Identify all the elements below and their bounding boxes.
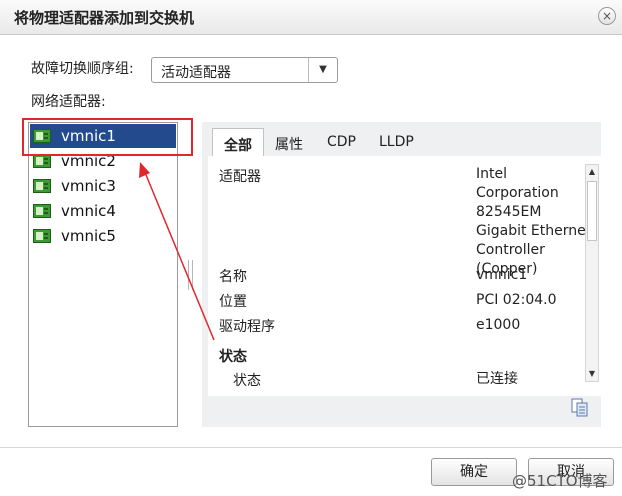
network-adapters-label: 网络适配器: bbox=[31, 94, 106, 110]
scroll-up-icon[interactable]: ▲ bbox=[586, 165, 598, 179]
scroll-thumb[interactable] bbox=[587, 181, 597, 241]
network-card-icon bbox=[33, 154, 51, 168]
selection-highlight-box bbox=[22, 118, 193, 156]
add-physical-adapter-dialog: 将物理适配器添加到交换机 × 故障切换顺序组: 活动适配器 ▼ 网络适配器: v… bbox=[0, 0, 622, 496]
dialog-title: 将物理适配器添加到交换机 bbox=[14, 9, 195, 27]
pane-splitter[interactable] bbox=[186, 122, 194, 427]
list-item-vmnic4[interactable]: vmnic4 bbox=[30, 199, 176, 223]
adapter-label: 适配器 bbox=[219, 169, 261, 185]
network-card-icon bbox=[33, 179, 51, 193]
list-item-vmnic5[interactable]: vmnic5 bbox=[30, 224, 176, 248]
driver-label: 驱动程序 bbox=[219, 319, 275, 335]
adapter-value-line: Controller bbox=[476, 242, 545, 258]
title-bar: 将物理适配器添加到交换机 × bbox=[0, 0, 622, 35]
status-label: 状态 bbox=[233, 373, 261, 389]
status-value: 已连接 bbox=[476, 371, 518, 387]
network-card-icon bbox=[33, 229, 51, 243]
chevron-down-icon[interactable]: ▼ bbox=[308, 58, 337, 82]
adapter-list[interactable]: vmnic1 vmnic2 vmnic3 vmnic4 vmnic5 bbox=[28, 122, 178, 427]
failover-order-label: 故障切换顺序组: bbox=[31, 61, 134, 77]
driver-value: e1000 bbox=[476, 317, 521, 333]
splitter-grip-icon[interactable] bbox=[188, 260, 193, 290]
watermark: @51CTO博客 bbox=[512, 472, 608, 490]
close-icon: × bbox=[601, 9, 613, 23]
details-scrollbar[interactable]: ▲ ▼ bbox=[585, 164, 599, 382]
name-value: vmnic1 bbox=[476, 267, 528, 283]
adapter-value-line: 82545EM bbox=[476, 204, 542, 220]
scroll-down-icon[interactable]: ▼ bbox=[586, 367, 598, 381]
adapter-details-panel: 全部 属性 CDP LLDP 适配器 Intel Corporation 825… bbox=[202, 122, 601, 427]
footer-divider bbox=[0, 447, 622, 448]
list-item-label: vmnic5 bbox=[61, 227, 116, 245]
adapter-value-line: Intel Corporation bbox=[476, 166, 559, 201]
ok-button[interactable]: 确定 bbox=[431, 458, 517, 486]
details-tabs: 全部 属性 CDP LLDP bbox=[202, 122, 601, 156]
list-item-label: vmnic3 bbox=[61, 177, 116, 195]
network-card-icon bbox=[33, 204, 51, 218]
copy-icon[interactable] bbox=[571, 398, 589, 418]
failover-order-value: 活动适配器 bbox=[161, 65, 231, 81]
location-value: PCI 02:04.0 bbox=[476, 292, 557, 308]
location-label: 位置 bbox=[219, 294, 247, 310]
list-item-vmnic3[interactable]: vmnic3 bbox=[30, 174, 176, 198]
adapter-value: Intel Corporation 82545EM Gigabit Ethern… bbox=[476, 165, 592, 279]
close-button[interactable]: × bbox=[598, 7, 616, 25]
details-content: 适配器 Intel Corporation 82545EM Gigabit Et… bbox=[208, 156, 601, 396]
list-item-label: vmnic4 bbox=[61, 202, 116, 220]
failover-order-select[interactable]: 活动适配器 ▼ bbox=[151, 57, 338, 83]
adapter-value-line: Gigabit Ethernet bbox=[476, 223, 592, 239]
tab-all[interactable]: 全部 bbox=[212, 128, 264, 156]
status-section-heading: 状态 bbox=[219, 349, 247, 365]
name-label: 名称 bbox=[219, 269, 247, 285]
